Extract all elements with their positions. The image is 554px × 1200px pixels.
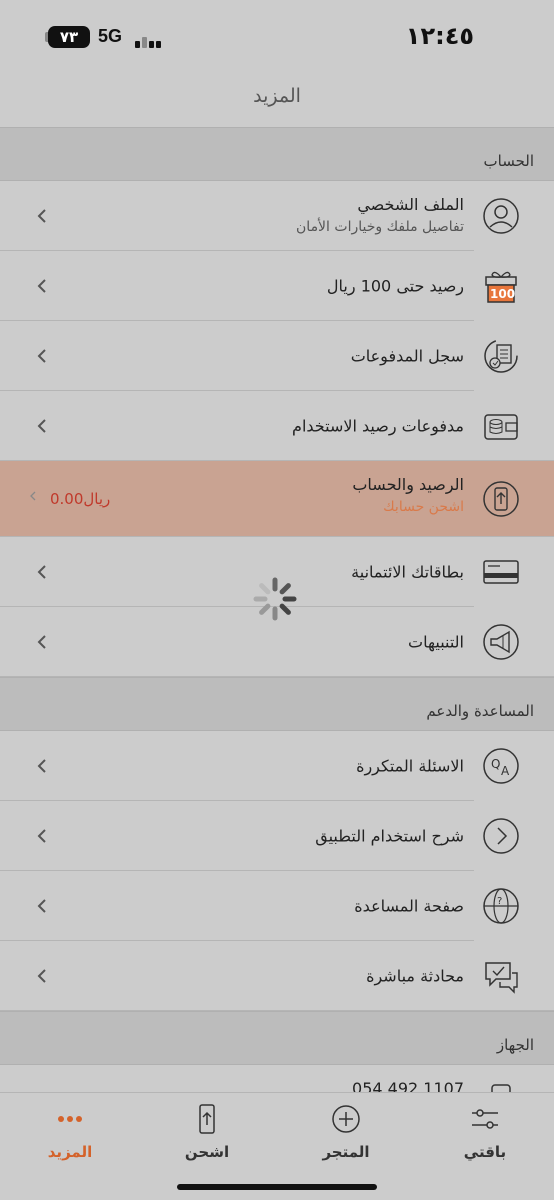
network-type: 5G (98, 26, 123, 46)
settings-list: الحساب الملف الشخصي تفاصيل ملفك وخيارات … (0, 127, 554, 1135)
arrow-circle-icon (482, 817, 520, 855)
chevron-left-icon (37, 565, 46, 579)
row-label: سجل المدفوعات (350, 346, 464, 366)
section-header-support: المساعدة والدعم (0, 677, 554, 731)
row-tutorial[interactable]: شرح استخدام التطبيق (0, 801, 554, 871)
row-label: مدفوعات رصيد الاستخدام (292, 416, 464, 436)
status-bar: ٧٣ 5G ١٢:٤٥ (0, 0, 554, 75)
tab-topup[interactable]: اشحن (157, 1103, 257, 1161)
tab-label: المزيد (47, 1143, 93, 1161)
row-label: صفحة المساعدة (354, 896, 464, 916)
topup-link[interactable]: اشحن حسابك (383, 499, 464, 515)
chevron-left-icon (37, 419, 46, 433)
tab-label: المتجر (322, 1143, 370, 1161)
gift-100-icon: 100 (482, 267, 520, 305)
plus-circle-icon (332, 1105, 360, 1133)
svg-text:Q: Q (491, 757, 500, 771)
tab-label: باقتي (463, 1143, 507, 1161)
chevron-left-icon (30, 491, 36, 501)
chevron-left-icon (37, 349, 46, 363)
more-dots-icon (58, 1116, 82, 1122)
section-title: المساعدة والدعم (426, 702, 534, 720)
svg-text:A: A (501, 764, 510, 778)
chat-icon (482, 957, 520, 995)
battery-indicator: ٧٣ (48, 26, 90, 48)
row-profile[interactable]: الملف الشخصي تفاصيل ملفك وخيارات الأمان (0, 181, 554, 251)
loading-spinner-icon (253, 577, 297, 621)
row-label: الرصيد والحساب (352, 475, 464, 494)
chevron-left-icon (37, 209, 46, 223)
qa-icon: QA (482, 747, 520, 785)
chevron-left-icon (37, 899, 46, 913)
sliders-icon (472, 1109, 498, 1129)
gift-badge: 100 (490, 287, 516, 301)
chevron-left-icon (37, 829, 46, 843)
chevron-left-icon (37, 279, 46, 293)
tab-my-plan[interactable]: باقتي (435, 1103, 535, 1161)
row-usage-payments[interactable]: مدفوعات رصيد الاستخدام (0, 391, 554, 461)
svg-text:?: ? (497, 896, 502, 907)
phone-topup-icon (199, 1104, 215, 1134)
row-label: التنبيهات (408, 632, 464, 652)
row-label: رصيد حتى 100 ريال (326, 276, 464, 296)
row-label: بطاقاتك الائتمانية (351, 562, 464, 582)
tab-more[interactable]: المزيد (20, 1103, 120, 1161)
row-help-page[interactable]: ? صفحة المساعدة (0, 871, 554, 941)
row-label: شرح استخدام التطبيق (315, 826, 464, 846)
tab-store[interactable]: المتجر (296, 1103, 396, 1161)
page-title: المزيد (253, 85, 301, 107)
row-faq[interactable]: QA الاسئلة المتكررة (0, 731, 554, 801)
balance-amount: 0.00ريال (50, 490, 111, 508)
receipt-icon (482, 337, 520, 375)
row-label: محادثة مباشرة (366, 966, 464, 986)
megaphone-icon (482, 623, 520, 661)
user-icon (482, 197, 520, 235)
section-header-account: الحساب (0, 127, 554, 181)
section-header-device: الجهاز (0, 1011, 554, 1065)
home-indicator (177, 1184, 377, 1190)
row-live-chat[interactable]: محادثة مباشرة (0, 941, 554, 1011)
chevron-left-icon (37, 969, 46, 983)
wallet-icon (482, 407, 520, 445)
chevron-left-icon (37, 759, 46, 773)
row-balance[interactable]: الرصيد والحساب اشحن حسابك 0.00ريال (0, 461, 554, 537)
section-title: الحساب (483, 152, 535, 170)
clock: ١٢:٤٥ (405, 22, 474, 50)
globe-icon: ? (482, 887, 520, 925)
row-sublabel: تفاصيل ملفك وخيارات الأمان (296, 219, 464, 235)
credit-card-icon (482, 553, 520, 591)
tab-label: اشحن (184, 1143, 230, 1161)
row-label: الملف الشخصي (357, 195, 464, 214)
row-payments-log[interactable]: سجل المدفوعات (0, 321, 554, 391)
section-title: الجهاز (496, 1036, 534, 1054)
phone-topup-icon (482, 480, 520, 518)
signal-icon (135, 30, 165, 48)
chevron-left-icon (37, 635, 46, 649)
row-credit-100[interactable]: 100 رصيد حتى 100 ريال (0, 251, 554, 321)
row-label: الاسئلة المتكررة (356, 756, 464, 776)
